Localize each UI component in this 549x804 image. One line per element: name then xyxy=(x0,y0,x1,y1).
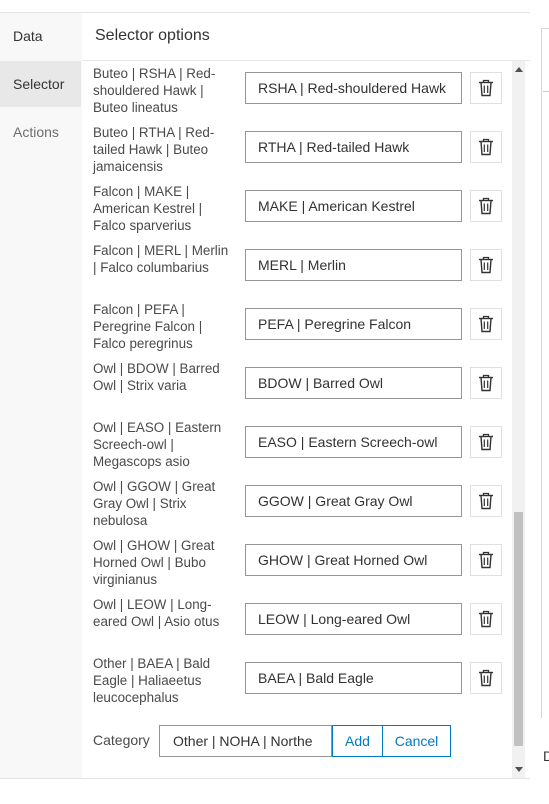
adjacent-panel-edge xyxy=(541,28,549,718)
bottom-divider xyxy=(0,778,530,779)
category-label: Category xyxy=(93,732,150,748)
option-source-label: Owl | GGOW | Great Gray Owl | Strix nebu… xyxy=(93,479,216,528)
tab-data[interactable]: Data xyxy=(0,13,81,59)
trash-icon xyxy=(479,551,493,569)
delete-option-button[interactable] xyxy=(470,544,502,576)
option-row: Owl | BDOW | Barred Owl | Strix varia BD… xyxy=(82,356,510,415)
option-row: Owl | GGOW | Great Gray Owl | Strix nebu… xyxy=(82,474,510,533)
adjacent-panel-accent xyxy=(543,91,549,92)
option-display-input[interactable]: RSHA | Red-shouldered Hawk xyxy=(245,72,462,104)
option-row: Owl | GHOW | Great Horned Owl | Bubo vir… xyxy=(82,533,510,592)
caret-down-icon[interactable] xyxy=(512,761,525,778)
option-row: Buteo | RSHA | Red-shouldered Hawk | But… xyxy=(82,61,510,120)
option-display-input[interactable]: LEOW | Long-eared Owl xyxy=(245,603,462,635)
trash-icon xyxy=(479,669,493,687)
option-source-label: Other | BAEA | Bald Eagle | Haliaeetus l… xyxy=(93,656,211,705)
add-option-footer: Category Other | NOHA | Northe Add Cance… xyxy=(82,725,512,765)
delete-option-button[interactable] xyxy=(470,485,502,517)
panel-header: Selector options xyxy=(82,13,530,61)
delete-option-button[interactable] xyxy=(470,603,502,635)
cancel-button[interactable]: Cancel xyxy=(382,725,451,757)
option-display-input[interactable]: BAEA | Bald Eagle xyxy=(245,662,462,694)
option-row: Buteo | RTHA | Red-tailed Hawk | Buteo j… xyxy=(82,120,510,179)
trash-icon xyxy=(479,138,493,156)
options-list: Buteo | RSHA | Red-shouldered Hawk | But… xyxy=(82,61,510,731)
option-source-label: Owl | GHOW | Great Horned Owl | Bubo vir… xyxy=(93,538,215,587)
options-scrollbar[interactable] xyxy=(512,61,525,778)
option-source-label: Owl | BDOW | Barred Owl | Strix varia xyxy=(93,361,220,393)
trash-icon xyxy=(479,79,493,97)
category-select[interactable]: Other | NOHA | Northe xyxy=(159,725,332,757)
option-display-input[interactable]: BDOW | Barred Owl xyxy=(245,367,462,399)
option-display-input[interactable]: MAKE | American Kestrel xyxy=(245,190,462,222)
adjacent-panel-text: D xyxy=(543,748,549,764)
tab-actions[interactable]: Actions xyxy=(0,109,81,155)
option-row: Owl | LEOW | Long-eared Owl | Asio otus … xyxy=(82,592,510,651)
trash-icon xyxy=(479,374,493,392)
option-source-label: Falcon | MERL | Merlin | Falco columbari… xyxy=(93,243,229,275)
trash-icon xyxy=(479,433,493,451)
delete-option-button[interactable] xyxy=(470,426,502,458)
option-source-label: Owl | EASO | Eastern Screech-owl | Megas… xyxy=(93,420,222,469)
option-row: Falcon | MERL | Merlin | Falco columbari… xyxy=(82,238,510,297)
trash-icon xyxy=(479,197,493,215)
option-display-input[interactable]: PEFA | Peregrine Falcon xyxy=(245,308,462,340)
option-display-input[interactable]: EASO | Eastern Screech-owl xyxy=(245,426,462,458)
trash-icon xyxy=(479,610,493,628)
option-row: Falcon | MAKE | American Kestrel | Falco… xyxy=(82,179,510,238)
caret-up-icon[interactable] xyxy=(512,61,525,78)
delete-option-button[interactable] xyxy=(470,308,502,340)
add-button[interactable]: Add xyxy=(332,725,383,757)
tab-selector[interactable]: Selector xyxy=(0,61,81,107)
delete-option-button[interactable] xyxy=(470,72,502,104)
trash-icon xyxy=(479,315,493,333)
delete-option-button[interactable] xyxy=(470,249,502,281)
selector-options-panel: Selector options Buteo | RSHA | Red-shou… xyxy=(82,13,530,778)
option-source-label: Falcon | PEFA | Peregrine Falcon | Falco… xyxy=(93,302,203,351)
option-source-label: Buteo | RTHA | Red-tailed Hawk | Buteo j… xyxy=(93,125,215,174)
delete-option-button[interactable] xyxy=(470,662,502,694)
option-source-label: Owl | LEOW | Long-eared Owl | Asio otus xyxy=(93,597,220,629)
option-display-input[interactable]: MERL | Merlin xyxy=(245,249,462,281)
option-row: Other | BAEA | Bald Eagle | Haliaeetus l… xyxy=(82,651,510,710)
trash-icon xyxy=(479,492,493,510)
option-row: Falcon | PEFA | Peregrine Falcon | Falco… xyxy=(82,297,510,356)
trash-icon xyxy=(479,256,493,274)
option-display-input[interactable]: GGOW | Great Gray Owl xyxy=(245,485,462,517)
delete-option-button[interactable] xyxy=(470,131,502,163)
scroll-thumb[interactable] xyxy=(514,512,523,746)
delete-option-button[interactable] xyxy=(470,190,502,222)
option-row: Owl | EASO | Eastern Screech-owl | Megas… xyxy=(82,415,510,474)
option-display-input[interactable]: RTHA | Red-tailed Hawk xyxy=(245,131,462,163)
delete-option-button[interactable] xyxy=(470,367,502,399)
side-tabs: Data Selector Actions xyxy=(0,13,83,778)
option-display-input[interactable]: GHOW | Great Horned Owl xyxy=(245,544,462,576)
option-source-label: Falcon | MAKE | American Kestrel | Falco… xyxy=(93,184,203,233)
option-source-label: Buteo | RSHA | Red-shouldered Hawk | But… xyxy=(93,66,216,115)
panel-title: Selector options xyxy=(95,27,210,44)
